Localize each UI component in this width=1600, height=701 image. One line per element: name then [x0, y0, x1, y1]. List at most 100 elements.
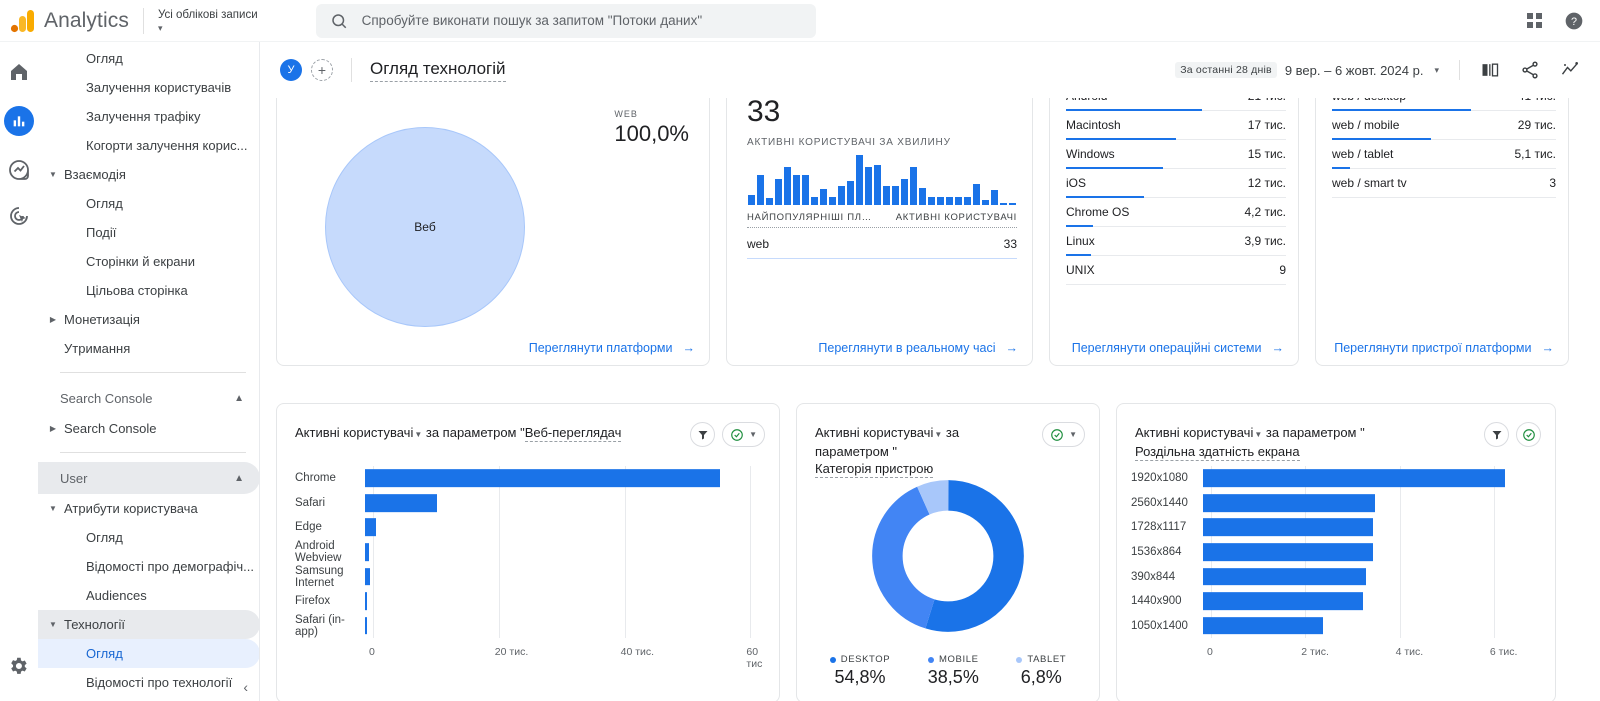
- compare-icon[interactable]: [1480, 60, 1500, 80]
- svg-text:?: ?: [1571, 16, 1577, 28]
- table-row[interactable]: web / smart tv 3: [1332, 169, 1556, 198]
- sidebar-item-overview-eng[interactable]: Огляд: [38, 189, 260, 218]
- table-row[interactable]: Linux 3,9 тис.: [1066, 227, 1286, 256]
- bar-row[interactable]: Safari (in-app): [295, 613, 763, 638]
- apps-grid-icon[interactable]: [1527, 13, 1542, 28]
- metric-label[interactable]: Активні користувачі: [1135, 425, 1253, 440]
- filter-button[interactable]: [1484, 422, 1509, 447]
- home-icon[interactable]: [7, 60, 31, 84]
- share-icon[interactable]: [1520, 60, 1540, 80]
- sidebar-item-traffic-acquisition[interactable]: Залучення трафіку: [38, 102, 260, 131]
- check-circle-icon: [731, 428, 743, 441]
- date-range-picker[interactable]: 9 вер. – 6 жовт. 2024 р.: [1285, 63, 1424, 78]
- insights-icon[interactable]: [1560, 60, 1580, 80]
- metric-label[interactable]: Активні користувачі: [815, 425, 933, 440]
- primary-icon-rail: [0, 42, 38, 701]
- sidebar-item-overview-user[interactable]: Огляд: [38, 523, 260, 552]
- sidebar-item-demographic-details[interactable]: Відомості про демографіч...: [38, 552, 260, 581]
- bar-row[interactable]: 1536x864: [1131, 540, 1541, 565]
- chevron-down-icon[interactable]: ▾: [1434, 65, 1439, 76]
- view-platform-devices-link[interactable]: Переглянути пристрої платформи →: [1334, 341, 1554, 355]
- sidebar-item-audiences[interactable]: Audiences: [38, 581, 260, 610]
- view-platforms-link[interactable]: Переглянути платформи →: [529, 341, 695, 355]
- bar-row[interactable]: Android Webview: [295, 540, 763, 565]
- bar-row[interactable]: 1728x1117: [1131, 515, 1541, 540]
- card-device-category-donut: Активні користувачі▼ за параметром " Кат…: [796, 403, 1100, 701]
- bar-row[interactable]: 390x844: [1131, 564, 1541, 589]
- google-analytics-logo-icon: [10, 9, 34, 32]
- row-metric: 12 тис.: [1247, 176, 1286, 190]
- filter-button[interactable]: [690, 422, 716, 447]
- table-row[interactable]: web / mobile 29 тис.: [1332, 111, 1556, 140]
- chevron-down-icon[interactable]: ▼: [1254, 430, 1262, 439]
- bar: [365, 469, 721, 488]
- dimension-label[interactable]: Роздільна здатність екрана: [1135, 444, 1300, 461]
- legend-value: 100,0%: [614, 121, 689, 146]
- explore-icon[interactable]: [7, 158, 31, 182]
- metric-label[interactable]: Активні користувачі: [295, 425, 413, 440]
- account-selector[interactable]: Усі облікові записи ▾: [158, 9, 258, 33]
- bar-row[interactable]: 2560x1440: [1131, 491, 1541, 516]
- avatar[interactable]: У: [280, 59, 302, 81]
- bar-row[interactable]: Safari: [295, 491, 763, 516]
- search-input[interactable]: Спробуйте виконати пошук за запитом "Пот…: [315, 3, 816, 38]
- sidebar-group-user-attributes[interactable]: ▼ Атрибути користувача: [38, 494, 260, 523]
- chevron-down-icon: ▼: [49, 170, 57, 179]
- dimension-label[interactable]: Веб-переглядач: [524, 425, 622, 442]
- sidebar-group-engagement[interactable]: ▼ Взаємодія: [38, 160, 260, 189]
- table-row[interactable]: Chrome OS 4,2 тис.: [1066, 198, 1286, 227]
- data-quality-button[interactable]: ▼: [722, 422, 765, 447]
- platform-pie-chart[interactable]: Веб: [325, 127, 525, 327]
- sidebar-group-tech[interactable]: ▼ Технології: [38, 610, 260, 639]
- table-row[interactable]: Windows 15 тис.: [1066, 140, 1286, 169]
- gear-icon[interactable]: [7, 655, 29, 677]
- view-realtime-link[interactable]: Переглянути в реальному часі →: [818, 341, 1018, 355]
- sidebar-item-acquisition-cohorts[interactable]: Когорти залучення корис...: [38, 131, 260, 160]
- chevron-left-icon[interactable]: ‹: [243, 679, 248, 695]
- chevron-right-icon: ▶: [49, 315, 57, 324]
- bar-row[interactable]: Samsung Internet: [295, 564, 763, 589]
- table-row[interactable]: web 33: [747, 237, 1017, 259]
- table-row[interactable]: Macintosh 17 тис.: [1066, 111, 1286, 140]
- sidebar-item-landing-page[interactable]: Цільова сторінка: [38, 276, 260, 305]
- topbar-actions: ?: [1527, 11, 1600, 31]
- table-row[interactable]: Android 21 тис.: [1066, 98, 1286, 111]
- reports-bar-chart-icon[interactable]: [4, 106, 34, 136]
- table-row[interactable]: UNIX 9: [1066, 256, 1286, 285]
- sidebar-group-search-console[interactable]: ▶ Search Console: [38, 414, 260, 443]
- sidebar-item-retention[interactable]: Утримання: [38, 334, 260, 363]
- data-quality-button[interactable]: [1516, 422, 1541, 447]
- sidebar-section-user[interactable]: User ▲: [38, 462, 260, 494]
- sidebar-item-pages-screens[interactable]: Сторінки й екрани: [38, 247, 260, 276]
- sidebar-group-monetization[interactable]: ▶ Монетизація: [38, 305, 260, 334]
- row-dimension: web / tablet: [1332, 147, 1394, 161]
- help-icon[interactable]: ?: [1564, 11, 1584, 31]
- table-row[interactable]: web / tablet 5,1 тис.: [1332, 140, 1556, 169]
- chevron-down-icon[interactable]: ▼: [414, 430, 422, 439]
- sidebar-item-tech-details[interactable]: Відомості про технології: [38, 668, 260, 697]
- bar-row[interactable]: Chrome: [295, 466, 763, 491]
- sidebar-item-events[interactable]: Події: [38, 218, 260, 247]
- bar-row[interactable]: 1050x1400: [1131, 613, 1541, 638]
- bar-row[interactable]: 1920x1080: [1131, 466, 1541, 491]
- table-row[interactable]: iOS 12 тис.: [1066, 169, 1286, 198]
- sidebar-item-overview-acq[interactable]: Огляд: [38, 44, 260, 73]
- by-label: за параметром ": [425, 425, 525, 440]
- chevron-down-icon[interactable]: ▼: [934, 430, 942, 439]
- bar-row[interactable]: 1440x900: [1131, 589, 1541, 614]
- add-comparison-button[interactable]: +: [311, 59, 333, 81]
- view-operating-systems-link[interactable]: Переглянути операційні системи →: [1072, 341, 1284, 355]
- advertising-target-icon[interactable]: [7, 204, 31, 228]
- table-row[interactable]: web / desktop 41 тис.: [1332, 98, 1556, 111]
- bar-row[interactable]: Firefox: [295, 589, 763, 614]
- sidebar-section-label: User: [60, 470, 88, 486]
- link-label: Переглянути в реальному часі: [818, 341, 996, 355]
- device-category-donut-chart[interactable]: [868, 476, 1028, 636]
- sidebar-section-search-console[interactable]: Search Console ▲: [38, 382, 260, 414]
- card-controls-device-category: ▼: [1042, 422, 1085, 447]
- data-quality-button[interactable]: ▼: [1042, 422, 1085, 447]
- sidebar-item-user-acquisition[interactable]: Залучення користувачів: [38, 73, 260, 102]
- bar-row[interactable]: Edge: [295, 515, 763, 540]
- sidebar-item-tech-overview[interactable]: Огляд: [38, 639, 260, 668]
- page-title[interactable]: Огляд технологій: [370, 59, 506, 82]
